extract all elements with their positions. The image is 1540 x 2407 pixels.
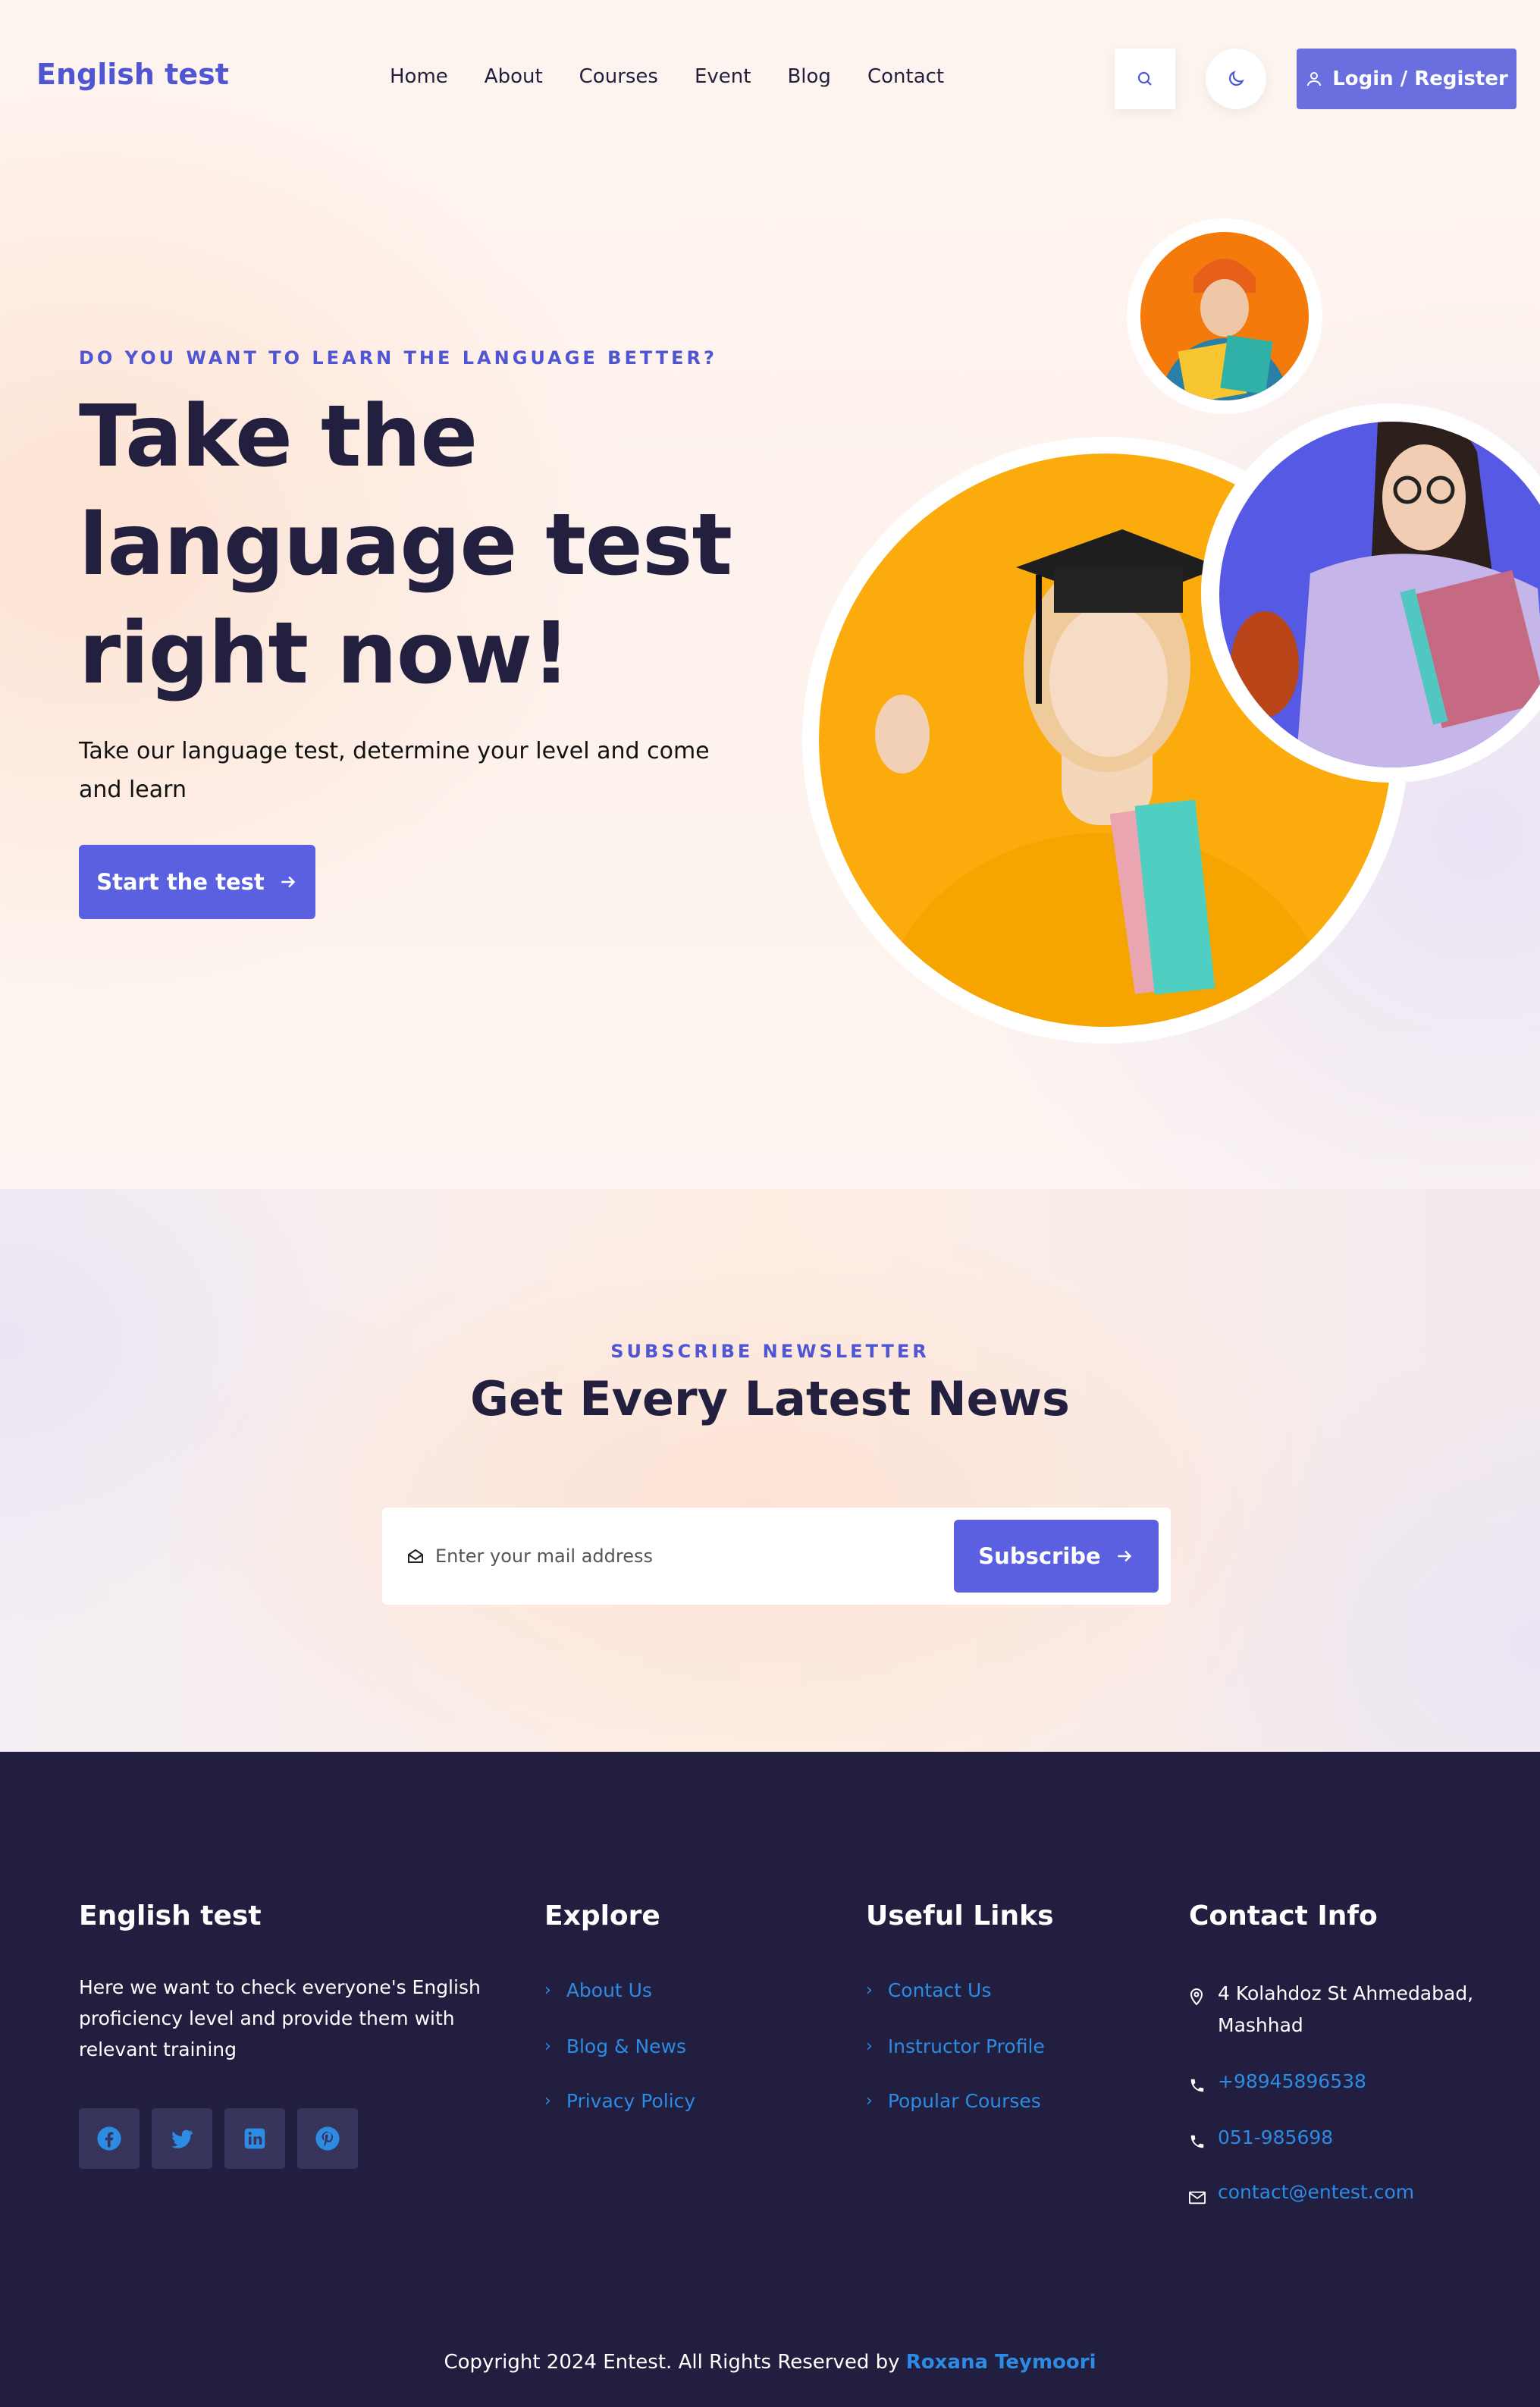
copyright: Copyright 2024 Entest. All Rights Reserv… [0,2351,1540,2374]
twitter-icon [171,2129,193,2148]
contact-email[interactable]: contact@entest.com [1189,2176,1414,2214]
footer-explore-title: Explore [544,1900,660,1932]
arrow-right-icon [1118,1550,1131,1562]
facebook-link[interactable] [79,2108,140,2169]
footer-link-privacy-policy[interactable]: › Privacy Policy [544,2090,695,2112]
subscribe-button[interactable]: Subscribe [954,1520,1159,1593]
footer-link-blog-news[interactable]: › Blog & News [544,2035,686,2057]
start-test-label: Start the test [96,869,265,895]
pinterest-link[interactable] [297,2108,358,2169]
search-icon [1137,71,1152,86]
hero-section: English test Home About Courses Event Bl… [0,0,1540,1189]
student-beanie-photo [1140,232,1309,400]
footer-link-contact-us[interactable]: › Contact Us [866,1979,991,2001]
copyright-text: Copyright 2024 Entest. All Rights Reserv… [444,2351,900,2374]
newsletter-eyebrow: SUBSCRIBE NEWSLETTER [610,1341,930,1362]
chevron-right-icon: › [866,2092,873,2110]
contact-address-text: 4 Kolahdoz St Ahmedabad, Mashhad [1218,1982,1474,2036]
search-button[interactable] [1115,49,1175,109]
twitter-link[interactable] [152,2108,212,2169]
footer-link-label: Contact Us [887,1979,992,2001]
login-register-button[interactable]: Login / Register [1297,49,1516,109]
contact-email-text: contact@entest.com [1218,2181,1415,2203]
envelope-icon [1189,2176,1206,2214]
chevron-right-icon: › [544,1981,551,2000]
newsletter-form: Subscribe [382,1508,1171,1605]
pinterest-icon [315,2126,340,2151]
footer-link-instructor-profile[interactable]: › Instructor Profile [866,2035,1045,2057]
footer-link-about-us[interactable]: › About Us [544,1979,652,2001]
footer-link-label: Popular Courses [887,2090,1041,2112]
nav-about[interactable]: About [485,65,543,88]
contact-phone-2-text: 051-985698 [1218,2126,1334,2148]
chevron-right-icon: › [544,2092,551,2110]
contact-phone-1[interactable]: +98945896538 [1189,2066,1366,2104]
hero-title-line: right now! [79,604,570,703]
nav-event[interactable]: Event [695,65,751,88]
contact-phone-2[interactable]: 051-985698 [1189,2122,1333,2160]
hero-eyebrow: DO YOU WANT TO LEARN THE LANGUAGE BETTER… [79,347,717,369]
theme-toggle-button[interactable] [1206,49,1266,109]
nav-contact[interactable]: Contact [867,65,944,88]
nav-home[interactable]: Home [390,65,448,88]
email-input[interactable] [435,1535,921,1577]
chevron-right-icon: › [866,2037,873,2056]
hero-title: Take the language test right now! [79,383,761,708]
phone-icon [1189,2066,1204,2104]
copyright-author-link[interactable]: Roxana Teymoori [906,2351,1096,2374]
site-logo[interactable]: English test [36,58,229,91]
map-pin-icon [1189,1978,1204,2041]
chevron-right-icon: › [544,2037,551,2056]
footer-link-popular-courses[interactable]: › Popular Courses [866,2090,1041,2112]
login-register-label: Login / Register [1332,67,1508,90]
footer-link-label: About Us [566,1979,652,2001]
hero-title-line: Take the [79,388,478,486]
newsletter-title: Get Every Latest News [470,1371,1070,1426]
envelope-open-icon [408,1549,423,1563]
footer-link-label: Instructor Profile [887,2035,1045,2057]
contact-phone-1-text: +98945896538 [1218,2070,1366,2092]
linkedin-link[interactable] [224,2108,285,2169]
subscribe-label: Subscribe [978,1543,1101,1569]
site-footer: English test Here we want to check every… [0,1752,1540,2407]
footer-link-label: Privacy Policy [566,2090,696,2112]
facebook-icon [97,2126,121,2151]
footer-brand-title: English test [79,1900,262,1932]
contact-address: 4 Kolahdoz St Ahmedabad, Mashhad [1189,1978,1476,2041]
newsletter-section: SUBSCRIBE NEWSLETTER Get Every Latest Ne… [0,1189,1540,1752]
user-icon [1307,72,1322,86]
footer-useful-title: Useful Links [866,1900,1054,1932]
start-test-button[interactable]: Start the test [79,845,315,919]
main-nav: Home About Courses Event Blog Contact [390,65,980,88]
nav-courses[interactable]: Courses [579,65,658,88]
chevron-right-icon: › [866,1981,873,2000]
arrow-right-icon [281,876,296,888]
phone-icon [1189,2122,1204,2160]
footer-contact-title: Contact Info [1189,1900,1378,1932]
hero-title-line: language test [79,496,732,595]
footer-link-label: Blog & News [566,2035,687,2057]
footer-brand-text: Here we want to check everyone's English… [79,1976,481,2060]
hero-subtitle: Take our language test, determine your l… [79,738,710,803]
nav-blog[interactable]: Blog [787,65,830,88]
linkedin-icon [244,2128,265,2149]
moon-icon [1228,71,1244,86]
